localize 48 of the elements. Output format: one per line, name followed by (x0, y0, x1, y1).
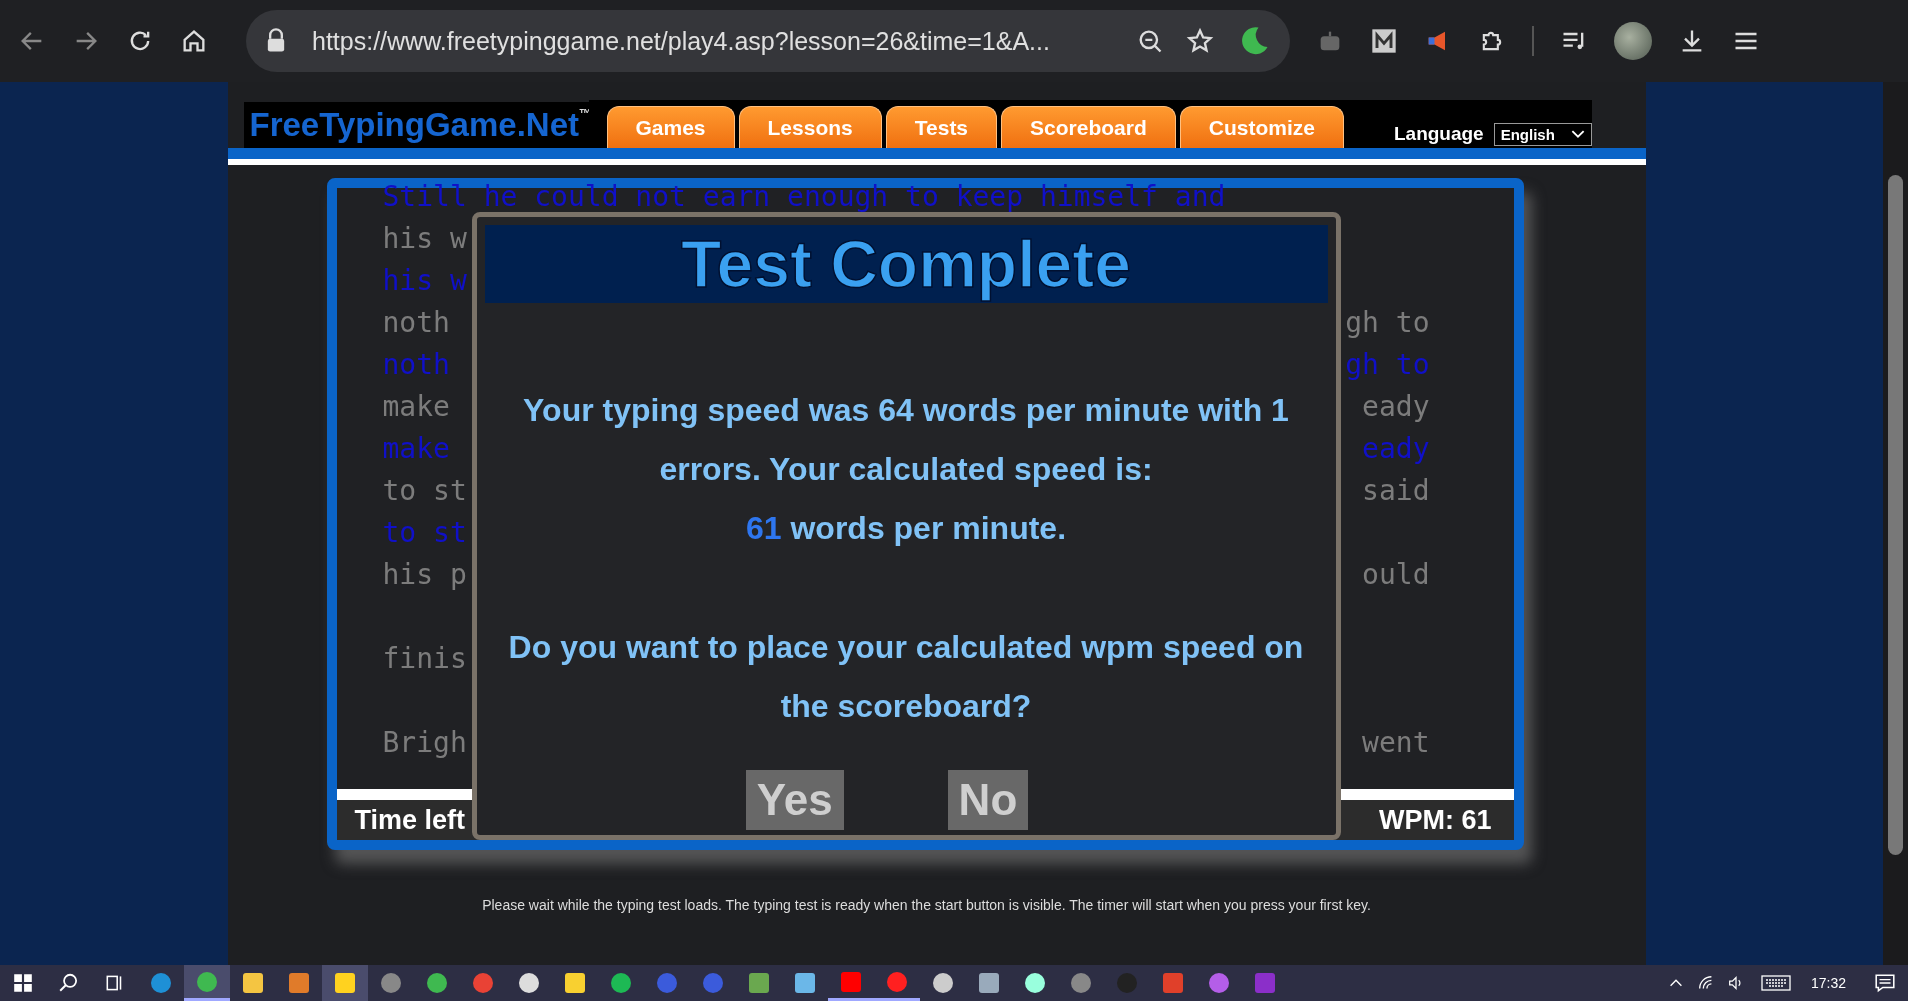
typing-text: ould (1362, 557, 1430, 593)
typing-text: eady (1362, 431, 1430, 467)
typing-text: noth (382, 305, 450, 341)
notification-icon[interactable] (1874, 972, 1896, 994)
language-label: Language (1393, 123, 1484, 145)
m-logo-icon[interactable] (1370, 27, 1398, 55)
typing-text: Still he could not earn enough to keep himself and (382, 179, 1226, 215)
nav-tab[interactable]: Customize (1179, 106, 1344, 148)
clock-time[interactable]: 17:32 (1810, 975, 1846, 991)
typing-text: to st (382, 473, 467, 509)
typing-text: make (382, 389, 450, 425)
nav-tab[interactable]: Games (606, 106, 735, 148)
typing-text: to st (382, 515, 467, 551)
search-icon[interactable] (58, 972, 80, 994)
yes-button[interactable]: Yes (745, 770, 844, 830)
result-text: Your typing speed was 64 words per minute with 1 errors. Your calculated speed is: 61 words per minute. (522, 391, 1290, 548)
keyboard-icon[interactable] (1760, 974, 1791, 992)
language-select[interactable]: English (1493, 123, 1592, 146)
star-icon[interactable] (1186, 27, 1214, 55)
nav-tab[interactable]: Lessons (738, 106, 882, 148)
typing-text: gh to (1345, 347, 1430, 383)
nav-tab[interactable]: Tests (885, 106, 998, 148)
typing-text: eady (1362, 389, 1430, 425)
scrollbar-thumb[interactable] (1888, 175, 1903, 855)
windows-start-icon[interactable] (12, 972, 34, 994)
typing-text: his p (382, 557, 467, 593)
typing-text: said (1362, 473, 1430, 509)
typing-text: his w (382, 263, 467, 299)
nav-tab[interactable]: Scoreboard (1001, 106, 1176, 148)
dialog-title: Test Complete (484, 225, 1328, 303)
typing-text: his w (382, 221, 467, 257)
typing-text: Brigh (382, 725, 467, 761)
typing-text: gh to (1345, 305, 1430, 341)
typing-text: went (1362, 725, 1430, 761)
url-text: https://www.freetypinggame.net/play4.asp?lesson=26&time=1&A... (312, 26, 1051, 56)
typing-text: make (382, 431, 450, 467)
taskbar-app[interactable] (322, 965, 368, 1001)
avatar[interactable] (1614, 22, 1652, 60)
loading-note: Please wait while the typing test loads. The typing test is ready when the start button is visible. The timer will start when you press your first key. (481, 897, 1372, 913)
typing-text: noth (382, 347, 450, 383)
time-left-label: Time left (354, 804, 466, 836)
address-bar[interactable]: https://www.freetypinggame.net/play4.asp?lesson=26&time=1&A... (246, 10, 1290, 72)
scrollbar[interactable] (1883, 82, 1908, 965)
no-button[interactable]: No (947, 770, 1029, 830)
question-text: Do you want to place your calculated wpm speed on the scoreboard? (507, 628, 1305, 726)
wpm-readout: WPM: 61 (1379, 804, 1492, 836)
chevron-icon (1570, 130, 1585, 139)
typing-text: finis (382, 641, 467, 677)
